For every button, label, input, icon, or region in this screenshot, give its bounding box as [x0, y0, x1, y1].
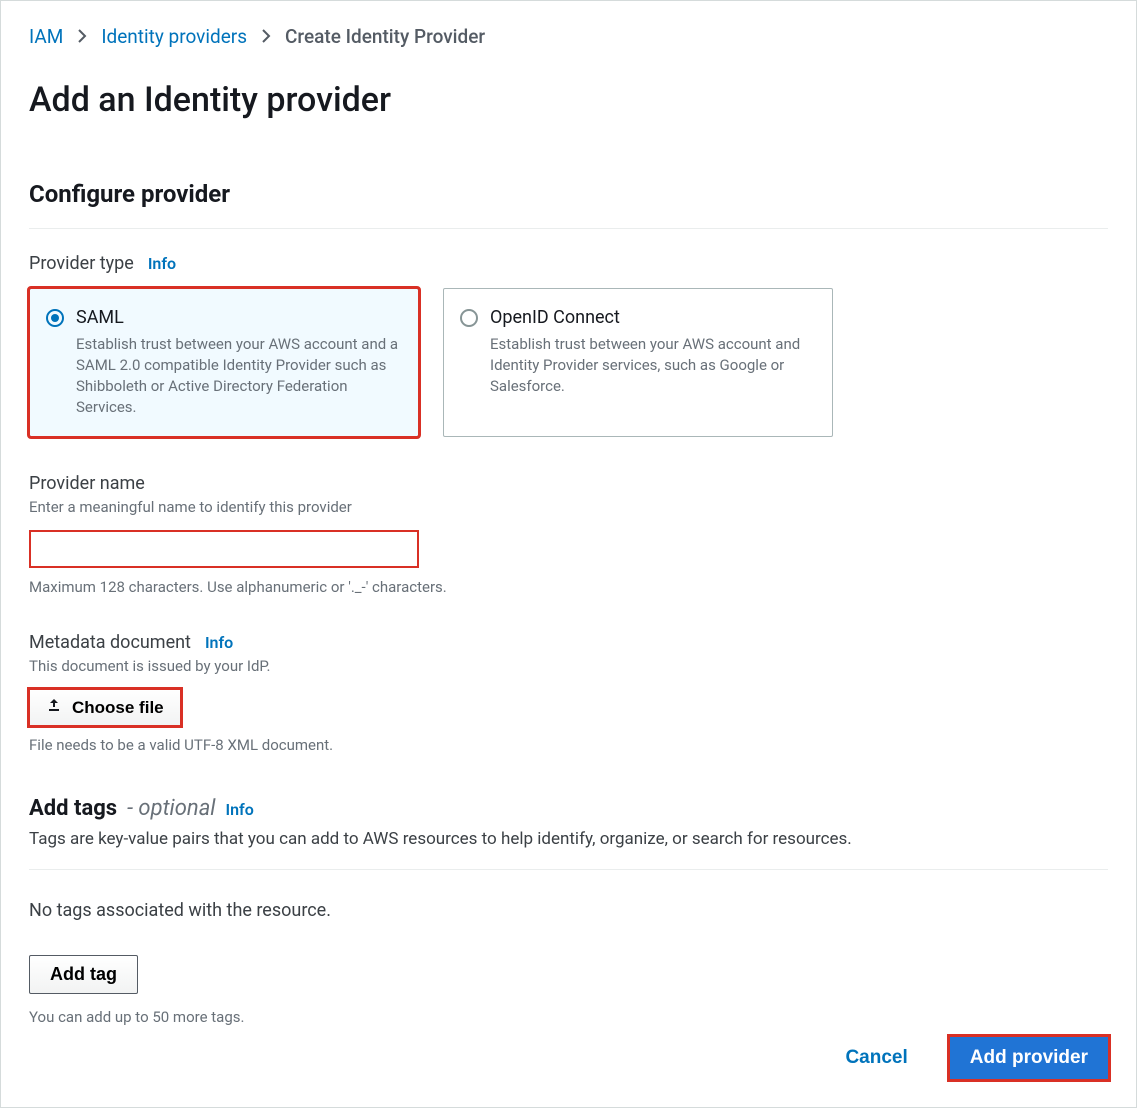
breadcrumb: IAM Identity providers Create Identity P…	[29, 25, 1108, 48]
info-link-metadata[interactable]: Info	[205, 633, 233, 652]
radio-desc-saml: Establish trust between your AWS account…	[76, 335, 398, 416]
breadcrumb-current: Create Identity Provider	[285, 25, 485, 48]
divider	[29, 228, 1108, 229]
add-provider-button[interactable]: Add provider	[950, 1037, 1108, 1079]
page-container: IAM Identity providers Create Identity P…	[0, 0, 1137, 1108]
tags-section: Add tags - optional Info Tags are key-va…	[29, 796, 1108, 1026]
radio-title-oidc: OpenID Connect	[490, 307, 816, 328]
radio-desc-oidc: Establish trust between your AWS account…	[490, 335, 800, 395]
choose-file-label: Choose file	[72, 698, 164, 718]
provider-type-label: Provider type	[29, 253, 134, 274]
footer-actions: Cancel Add provider	[839, 1037, 1108, 1079]
radio-title-saml: SAML	[76, 307, 402, 328]
metadata-section: Metadata document Info This document is …	[29, 632, 1108, 754]
add-tag-button[interactable]: Add tag	[29, 955, 138, 994]
radio-card-oidc[interactable]: OpenID Connect Establish trust between y…	[443, 288, 833, 437]
configure-heading: Configure provider	[29, 180, 1108, 208]
provider-name-input[interactable]	[29, 530, 419, 568]
radio-icon	[460, 309, 478, 327]
radio-card-saml[interactable]: SAML Establish trust between your AWS ac…	[29, 288, 419, 437]
upload-icon	[46, 697, 62, 718]
metadata-help: File needs to be a valid UTF-8 XML docum…	[29, 736, 1108, 754]
page-title: Add an Identity provider	[29, 80, 1108, 120]
breadcrumb-identity-providers[interactable]: Identity providers	[101, 25, 247, 48]
chevron-right-icon	[261, 25, 271, 48]
metadata-hint: This document is issued by your IdP.	[29, 657, 1108, 675]
provider-name-hint: Enter a meaningful name to identify this…	[29, 498, 1108, 516]
divider	[29, 869, 1108, 870]
radio-icon	[46, 309, 64, 327]
tags-optional: - optional	[127, 796, 215, 821]
breadcrumb-iam[interactable]: IAM	[29, 25, 63, 48]
tags-desc: Tags are key-value pairs that you can ad…	[29, 829, 1108, 849]
tags-limit-hint: You can add up to 50 more tags.	[29, 1008, 1108, 1026]
provider-name-label: Provider name	[29, 473, 1108, 494]
tags-empty-text: No tags associated with the resource.	[29, 900, 1108, 921]
chevron-right-icon	[77, 25, 87, 48]
info-link-tags[interactable]: Info	[226, 800, 254, 819]
info-link-provider-type[interactable]: Info	[148, 254, 176, 273]
provider-type-section: Provider type Info SAML Establish trust …	[29, 253, 1108, 437]
choose-file-button[interactable]: Choose file	[29, 689, 181, 726]
provider-name-section: Provider name Enter a meaningful name to…	[29, 473, 1108, 596]
cancel-button[interactable]: Cancel	[839, 1046, 913, 1070]
tags-title: Add tags	[29, 796, 117, 821]
metadata-label: Metadata document	[29, 632, 191, 653]
provider-name-help: Maximum 128 characters. Use alphanumeric…	[29, 578, 1108, 596]
